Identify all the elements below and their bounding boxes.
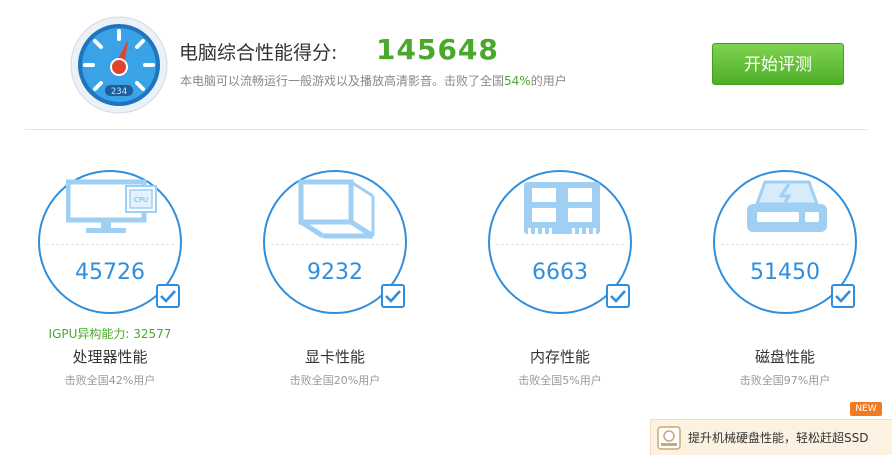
gpu-label: 显卡性能 <box>304 348 365 366</box>
score-title: 电脑综合性能得分: <box>179 42 338 64</box>
score-value: 145648 <box>376 33 499 66</box>
disk-label: 磁盘性能 <box>754 348 815 366</box>
memory-label: 内存性能 <box>529 348 590 366</box>
score-description-percent: 54% <box>504 74 531 88</box>
gpu-rank: 击败全国20%用户 <box>289 374 381 387</box>
header-divider <box>25 129 867 130</box>
score-description: 本电脑可以流畅运行一般游戏以及播放高清影音。击败了全国54%的用户 <box>180 72 567 89</box>
disk-score: 51450 <box>750 260 820 285</box>
cpu-performance-card[interactable]: CPU 45726 IGPU异构能力: 32577 处理器性能 击败全国42%用… <box>38 170 208 400</box>
gpu-performance-card[interactable]: 9232 显卡性能 击败全国20%用户 <box>263 170 433 400</box>
cpu-score: 45726 <box>75 260 145 285</box>
score-description-suffix: 的用户 <box>530 74 567 88</box>
hard-disk-icon <box>747 180 827 232</box>
monitor-cpu-icon: CPU <box>66 179 157 233</box>
cpu-rank: 击败全国42%用户 <box>64 374 156 387</box>
memory-performance-card[interactable]: 6663 内存性能 击败全国5%用户 <box>488 170 658 400</box>
ring-divider <box>496 244 624 245</box>
ring-divider <box>271 244 399 245</box>
start-benchmark-button[interactable]: 开始评测 <box>712 43 844 85</box>
memory-chip-icon <box>524 182 600 234</box>
speedometer-gauge-icon: 234 <box>70 16 168 114</box>
ring-divider <box>46 244 174 245</box>
checkbox-checked-icon[interactable] <box>381 284 405 308</box>
cpu-label: 处理器性能 <box>72 348 148 366</box>
igpu-score: IGPU异构能力: 32577 <box>48 327 172 341</box>
checkbox-checked-icon[interactable] <box>606 284 630 308</box>
cube-icon <box>298 179 375 239</box>
new-badge: NEW <box>850 402 882 416</box>
memory-score: 6663 <box>532 260 588 285</box>
checkbox-checked-icon[interactable] <box>156 284 180 308</box>
score-description-prefix: 本电脑可以流畅运行一般游戏以及播放高清影音。击败了全国 <box>180 74 505 88</box>
ring-divider <box>721 244 849 245</box>
gpu-score: 9232 <box>307 260 363 285</box>
svg-text:CPU: CPU <box>134 196 148 204</box>
hard-disk-small-icon <box>657 426 681 450</box>
checkbox-checked-icon[interactable] <box>831 284 855 308</box>
promo-text: 提升机械硬盘性能，轻松赶超SSD <box>688 431 869 445</box>
gauge-digits: 234 <box>111 87 127 97</box>
memory-rank: 击败全国5%用户 <box>518 374 602 387</box>
ssd-promo-link[interactable]: 提升机械硬盘性能，轻松赶超SSD <box>650 419 892 455</box>
disk-rank: 击败全国97%用户 <box>739 374 831 387</box>
disk-performance-card[interactable]: 51450 磁盘性能 击败全国97%用户 <box>713 170 883 400</box>
